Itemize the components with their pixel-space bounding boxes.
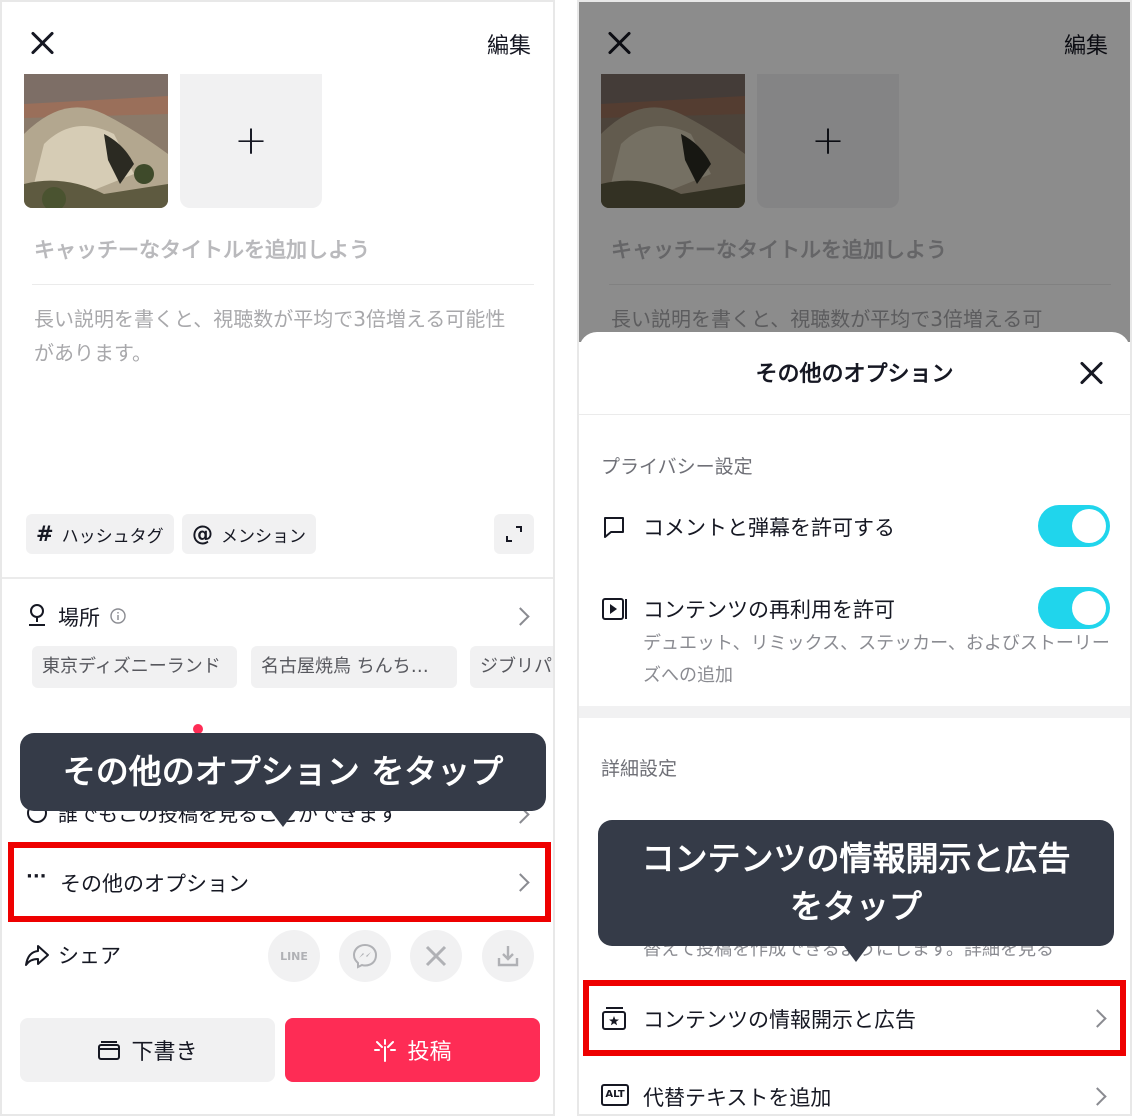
chevron-right-icon bbox=[511, 607, 530, 626]
sheet-close-icon[interactable] bbox=[1075, 356, 1109, 390]
sparkle-icon bbox=[374, 1039, 397, 1062]
hashtag-label: ハッシュタグ bbox=[61, 526, 164, 547]
divider bbox=[579, 414, 1130, 415]
location-label: 場所 bbox=[58, 606, 100, 630]
location-suggestion-chip[interactable]: 東京ディズニーランド bbox=[32, 646, 237, 688]
draft-button[interactable]: 下書き bbox=[20, 1018, 275, 1082]
allow-comments-toggle[interactable] bbox=[1038, 505, 1110, 547]
location-pin-icon bbox=[29, 604, 45, 626]
allow-reuse-label: コンテンツの再利用を許可 bbox=[643, 598, 895, 622]
advanced-heading: 詳細設定 bbox=[601, 758, 678, 780]
highlight-box bbox=[8, 842, 551, 922]
privacy-heading: プライバシー設定 bbox=[601, 456, 753, 478]
draft-label: 下書き bbox=[131, 1040, 198, 1065]
tap-instruction-callout: その他のオプション をタップ bbox=[20, 733, 546, 827]
location-suggestion-chip[interactable]: ジブリパ bbox=[470, 646, 553, 688]
more-options-screen: 編集 + キャッチーなタイトルを追加しよう 長い説明を書くと、視聴数が平均で3倍… bbox=[577, 0, 1132, 1116]
post-edit-screen: 編集 + キャッチーなタイトルを追加しよう 長い説明を書くと、視聴数が平均で3倍… bbox=[0, 0, 555, 1116]
hashtag-chip[interactable]: # ハッシュタグ bbox=[26, 514, 174, 554]
messenger-icon[interactable] bbox=[339, 930, 391, 982]
download-icon[interactable] bbox=[482, 930, 534, 982]
share-label: シェア bbox=[58, 944, 121, 968]
allow-reuse-toggle[interactable] bbox=[1038, 587, 1110, 629]
allow-comments-label: コメントと弾幕を許可する bbox=[643, 516, 895, 540]
expand-icon bbox=[506, 526, 522, 542]
section-divider bbox=[2, 577, 553, 579]
line-text: LINE bbox=[280, 949, 308, 963]
line-icon[interactable]: LINE bbox=[268, 930, 320, 982]
post-button[interactable]: 投稿 bbox=[285, 1018, 540, 1082]
section-separator bbox=[579, 706, 1130, 718]
allow-reuse-description: デュエット、リミックス、ステッカー、およびストーリーズへの追加 bbox=[643, 633, 1110, 686]
video-thumbnail[interactable] bbox=[24, 74, 168, 208]
highlight-box bbox=[583, 980, 1126, 1056]
sheet-title: その他のオプション bbox=[755, 362, 954, 387]
location-row[interactable]: 場所 bbox=[2, 596, 553, 636]
tap-instruction-callout: コンテンツの情報開示と広告 をタップ bbox=[598, 820, 1114, 962]
comment-icon bbox=[604, 517, 624, 538]
edit-button[interactable]: 編集 bbox=[487, 28, 531, 60]
title-input[interactable]: キャッチーなタイトルを追加しよう bbox=[34, 234, 370, 264]
location-suggestion-chip[interactable]: 名古屋焼鳥 ちんち… bbox=[251, 646, 457, 688]
callout-line-2: をタップ bbox=[790, 887, 922, 926]
play-box-icon bbox=[602, 598, 627, 620]
alt-text-label: 代替テキストを追加 bbox=[643, 1086, 832, 1110]
add-media-button[interactable]: + bbox=[180, 74, 322, 208]
mention-chip[interactable]: @ メンション bbox=[182, 514, 316, 554]
description-input[interactable]: 長い説明を書くと、視聴数が平均で3倍増える可能性があります。 bbox=[34, 302, 524, 370]
mention-label: メンション bbox=[221, 526, 306, 547]
chevron-right-icon bbox=[1088, 1087, 1107, 1106]
close-icon[interactable] bbox=[26, 26, 60, 60]
divider bbox=[32, 284, 534, 285]
x-icon[interactable] bbox=[410, 930, 462, 982]
alt-text-row[interactable]: ALT 代替テキストを追加 bbox=[579, 1076, 1130, 1114]
callout-line-1: コンテンツの情報開示と広告 bbox=[641, 839, 1071, 878]
info-icon[interactable] bbox=[110, 608, 126, 624]
draft-box-icon bbox=[98, 1041, 121, 1060]
post-label: 投稿 bbox=[407, 1040, 452, 1065]
alt-badge-icon: ALT bbox=[601, 1084, 629, 1106]
mention-icon: @ bbox=[192, 522, 213, 546]
share-arrow-icon bbox=[25, 945, 49, 966]
dim-overlay[interactable] bbox=[579, 2, 1130, 342]
expand-button[interactable] bbox=[494, 514, 534, 554]
hashtag-icon: # bbox=[36, 522, 54, 546]
